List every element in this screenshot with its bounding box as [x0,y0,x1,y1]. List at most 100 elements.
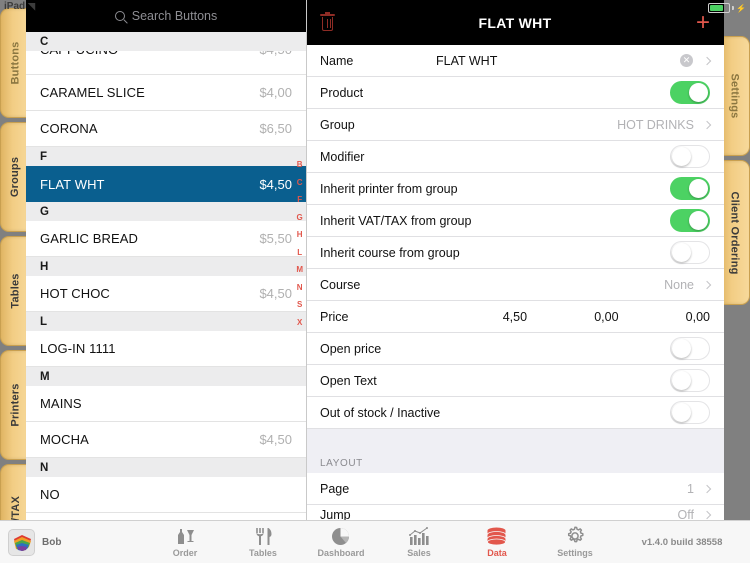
chevron-right-icon [702,120,712,129]
tab-label: Data [487,548,507,558]
list-section-header: L [26,312,306,331]
product-toggle[interactable] [670,81,710,104]
tab-tables[interactable]: Tables [224,526,302,558]
inherit-vat-toggle[interactable] [670,209,710,232]
sidebar-item-label: Tables [9,273,22,309]
list-item[interactable]: MAINS [26,386,306,422]
field-label: Out of stock / Inactive [320,405,441,420]
field-label: Modifier [320,149,365,164]
version-label: v1.4.0 build 38558 [641,536,723,548]
open-price-toggle[interactable] [670,337,710,360]
name-field-value[interactable]: FLAT WHT [436,54,497,68]
clear-circle-icon[interactable]: ✕ [680,54,693,67]
chevron-right-icon [702,280,712,289]
field-value: HOT DRINKS [617,117,694,132]
field-page[interactable]: Page 1 [306,473,724,505]
section-spacer [306,429,724,451]
list-item[interactable]: MOCHA $4,50 [26,422,306,458]
out-of-stock-toggle[interactable] [670,401,710,424]
list-item[interactable]: CARAMEL SLICE $4,00 [26,75,306,111]
index-letter[interactable]: B [297,160,303,169]
open-text-toggle[interactable] [670,369,710,392]
index-letter[interactable]: L [297,248,302,257]
field-open-price[interactable]: Open price [306,333,724,365]
index-letter[interactable]: G [297,213,303,222]
list-section-header: G [26,202,306,221]
chevron-right-icon [702,56,712,65]
field-out-of-stock[interactable]: Out of stock / Inactive [306,397,724,429]
list-item-name: HOT CHOC [40,286,110,301]
list-item-name: NO [40,487,60,502]
field-modifier[interactable]: Modifier [306,141,724,173]
field-inherit-course[interactable]: Inherit course from group [306,237,724,269]
tab-dashboard[interactable]: Dashboard [302,526,380,558]
detail-nav-bar: FLAT WHT + [306,0,724,45]
sidebar-item-label: Settings [728,73,741,119]
search-input[interactable]: Search Buttons [132,9,217,23]
index-letter[interactable]: M [296,265,303,274]
list-item-price: $4,50 [259,176,292,192]
gear-icon [565,526,585,546]
modifier-toggle[interactable] [670,145,710,168]
field-name[interactable]: Name FLAT WHT ✕ [306,45,724,77]
section-header-layout: LAYOUT [306,451,724,473]
field-price[interactable]: Price 4,50 0,00 0,00 [306,301,724,333]
index-letter[interactable]: S [297,300,302,309]
search-bar[interactable]: Search Buttons [26,0,306,32]
alphabet-index-bar[interactable]: B C F G H L M N S X [296,160,303,327]
tab-sales[interactable]: Sales [380,526,458,558]
list-item-price: $5,50 [259,231,292,246]
list-item-selected[interactable]: FLAT WHT $4,50 [26,166,306,202]
fork-and-knife-icon [253,526,273,546]
plus-icon[interactable]: + [696,10,710,35]
tab-settings[interactable]: Settings [536,526,614,558]
field-label: Price [320,309,349,324]
price-value-3[interactable]: 0,00 [619,310,710,324]
price-value-2[interactable]: 0,00 [527,310,618,324]
index-letter[interactable]: H [297,230,303,239]
panel-divider [306,0,307,520]
price-value-1[interactable]: 4,50 [436,310,527,324]
inherit-printer-toggle[interactable] [670,177,710,200]
inherit-course-toggle[interactable] [670,241,710,264]
tab-data[interactable]: Data [458,526,536,558]
field-value: 1 [687,481,694,496]
list-item[interactable]: LOG-IN 1111 [26,331,306,367]
sidebar-item-label: Buttons [9,41,22,85]
user-chip[interactable]: Bob [0,528,146,556]
index-letter[interactable]: N [297,283,303,292]
field-label: Page [320,481,350,496]
field-value: None [664,277,694,292]
field-group[interactable]: Group HOT DRINKS [306,109,724,141]
bottle-and-glass-icon [174,526,196,546]
field-label: Inherit printer from group [320,181,458,196]
tab-label: Tables [249,548,277,558]
search-icon [114,11,125,21]
sidebar-item-settings[interactable]: Settings [720,36,750,156]
tab-order[interactable]: Order [146,526,224,558]
page-title: FLAT WHT [478,14,552,31]
list-item[interactable]: CORONA $6,50 [26,111,306,147]
field-open-text[interactable]: Open Text [306,365,724,397]
list-item[interactable]: GARLIC BREAD $5,50 [26,221,306,257]
sidebar-item-client-ordering[interactable]: Client Ordering [720,160,750,305]
field-course[interactable]: Course None [306,269,724,301]
index-letter[interactable]: F [297,195,302,204]
list-section-header: H [26,257,306,276]
list-item[interactable]: NO [26,477,306,513]
list-item-name: CORONA [40,121,98,136]
field-product[interactable]: Product [306,77,724,109]
list-item[interactable]: CAPPUCINO $4,50 [26,51,306,75]
list-item[interactable]: HOT CHOC $4,50 [26,276,306,312]
sidebar-item-label: Printers [9,383,22,427]
field-inherit-vat[interactable]: Inherit VAT/TAX from group [306,205,724,237]
field-inherit-printer[interactable]: Inherit printer from group [306,173,724,205]
field-label: Group [320,117,355,132]
sidebar-item-label: Groups [9,156,22,198]
index-letter[interactable]: X [297,318,302,327]
list-item-price: $4,50 [259,51,292,57]
tab-label: Sales [407,548,431,558]
right-tab-strip: Settings Client Ordering [720,0,750,563]
index-letter[interactable]: C [297,178,303,187]
buttons-list[interactable]: C CAPPUCINO $4,50 CARAMEL SLICE $4,00 CO… [26,32,306,532]
